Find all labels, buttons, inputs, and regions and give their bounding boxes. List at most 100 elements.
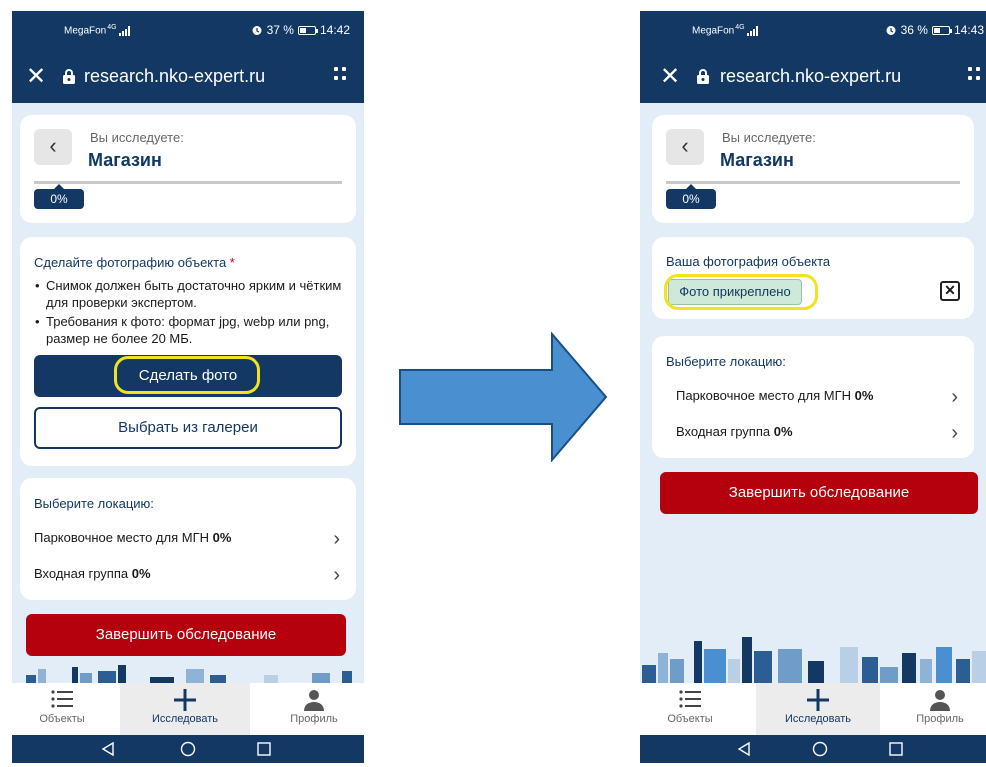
tab-label: Профиль xyxy=(916,713,964,725)
location-item-entrance[interactable]: Входная группа 0% › xyxy=(676,422,960,454)
network-type: 4G xyxy=(107,24,117,31)
recents-nav-icon[interactable] xyxy=(256,741,272,757)
required-mark: * xyxy=(229,255,235,270)
tab-profile[interactable]: Профиль xyxy=(264,683,364,735)
tab-objects[interactable]: Объекты xyxy=(12,683,112,735)
carrier-name: MegaFon xyxy=(692,25,735,37)
battery-icon xyxy=(931,25,952,35)
back-button[interactable]: ‹ xyxy=(34,129,72,165)
back-nav-icon[interactable] xyxy=(736,741,752,757)
back-nav-icon[interactable] xyxy=(100,741,116,757)
examining-label: Вы исследуете: xyxy=(90,130,184,145)
object-header-card: ‹ Вы исследуете: Магазин 0% xyxy=(20,115,356,223)
phone-screen-after: MegaFon4G 36 % 14:43 ✕ research.nko-expe… xyxy=(640,11,986,763)
battery-percent: 37 % xyxy=(266,23,294,37)
chevron-right-icon: › xyxy=(951,386,958,408)
highlight-ring xyxy=(114,356,260,394)
battery-percent: 36 % xyxy=(900,23,928,37)
photo-step-title: Сделайте фотографию объекта * xyxy=(34,255,235,270)
home-nav-icon[interactable] xyxy=(180,741,196,757)
bottom-tab-bar: Объекты Исследовать Профиль xyxy=(12,683,364,735)
object-header-card: ‹ Вы исследуете: Магазин 0% xyxy=(652,115,974,223)
alarm-icon xyxy=(886,26,896,35)
plus-icon xyxy=(174,689,196,711)
recents-nav-icon[interactable] xyxy=(888,741,904,757)
tab-label: Объекты xyxy=(39,713,85,725)
tab-explore[interactable]: Исследовать xyxy=(756,683,880,735)
home-nav-icon[interactable] xyxy=(812,741,828,757)
tab-explore[interactable]: Исследовать xyxy=(120,683,250,735)
android-nav-bar xyxy=(640,735,986,763)
object-name: Магазин xyxy=(88,150,162,170)
examining-label: Вы исследуете: xyxy=(722,130,816,145)
progress-track xyxy=(34,181,342,184)
location-item-parking[interactable]: Парковочное место для МГН 0% › xyxy=(676,386,960,418)
list-icon xyxy=(679,690,701,708)
chevron-left-icon: ‹ xyxy=(49,133,57,158)
browser-toolbar: ✕ research.nko-expert.ru xyxy=(640,51,986,103)
city-skyline-illustration xyxy=(26,665,352,683)
more-menu-icon[interactable] xyxy=(334,67,348,85)
location-card: Выберите локацию: Парковочное место для … xyxy=(20,478,356,600)
phone-screen-before: MegaFon4G 37 % 14:42 ✕ research.nko-expe… xyxy=(12,11,364,763)
choose-from-gallery-button[interactable]: Выбрать из галереи xyxy=(34,407,342,449)
android-nav-bar xyxy=(12,735,364,763)
location-percent: 0% xyxy=(773,424,793,439)
back-button[interactable]: ‹ xyxy=(666,129,704,165)
browser-toolbar: ✕ research.nko-expert.ru xyxy=(12,51,364,103)
battery-icon xyxy=(297,25,318,35)
location-percent: 0% xyxy=(131,566,151,581)
location-item-entrance[interactable]: Входная группа 0% › xyxy=(34,564,342,596)
remove-photo-button[interactable]: ✕ xyxy=(940,281,960,301)
tab-label: Объекты xyxy=(667,713,713,725)
progress-track xyxy=(666,181,960,184)
photo-done-title: Ваша фотография объекта xyxy=(666,254,831,269)
highlight-ring xyxy=(664,274,818,310)
bottom-tab-bar: Объекты Исследовать Профиль xyxy=(640,683,986,735)
tab-label: Профиль xyxy=(290,713,338,725)
status-bar: MegaFon4G 36 % 14:43 xyxy=(640,11,986,51)
lock-icon xyxy=(697,69,709,84)
user-icon xyxy=(930,690,950,711)
url-text[interactable]: research.nko-expert.ru xyxy=(720,66,901,87)
photo-upload-card: Сделайте фотографию объекта * Снимок дол… xyxy=(20,237,356,466)
tab-objects[interactable]: Объекты xyxy=(640,683,740,735)
location-title: Выберите локацию: xyxy=(666,354,786,369)
chevron-left-icon: ‹ xyxy=(681,133,689,158)
tab-profile[interactable]: Профиль xyxy=(892,683,986,735)
location-card: Выберите локацию: Парковочное место для … xyxy=(652,336,974,458)
status-bar: MegaFon4G 37 % 14:42 xyxy=(12,11,364,51)
signal-icon xyxy=(746,26,758,37)
photo-rules-list: Снимок должен быть достаточно ярким и чё… xyxy=(34,277,342,349)
location-title: Выберите локацию: xyxy=(34,496,154,511)
object-name: Магазин xyxy=(720,150,794,170)
list-icon xyxy=(51,690,73,708)
location-name: Парковочное место для МГН xyxy=(34,530,209,545)
chevron-right-icon: › xyxy=(951,422,958,444)
carrier-name: MegaFon xyxy=(64,25,107,37)
tab-label: Исследовать xyxy=(784,713,852,725)
lock-icon xyxy=(63,69,75,84)
close-icon[interactable]: ✕ xyxy=(660,65,680,89)
tab-label: Исследовать xyxy=(151,713,219,725)
location-percent: 0% xyxy=(212,530,232,545)
signal-icon xyxy=(118,26,130,37)
chevron-right-icon: › xyxy=(333,564,340,586)
network-type: 4G xyxy=(735,24,745,31)
url-text[interactable]: research.nko-expert.ru xyxy=(84,66,265,87)
clock: 14:42 xyxy=(319,23,350,37)
location-name: Входная группа xyxy=(34,566,129,581)
close-icon[interactable]: ✕ xyxy=(26,65,46,89)
more-menu-icon[interactable] xyxy=(968,67,982,85)
location-item-parking[interactable]: Парковочное место для МГН 0% › xyxy=(34,528,342,560)
user-icon xyxy=(304,690,324,711)
finish-survey-button[interactable]: Завершить обследование xyxy=(26,614,346,656)
progress-badge: 0% xyxy=(34,184,84,209)
photo-rule: Снимок должен быть достаточно ярким и чё… xyxy=(34,277,342,311)
plus-icon xyxy=(807,689,829,711)
finish-survey-button[interactable]: Завершить обследование xyxy=(660,472,978,514)
photo-rule: Требования к фото: формат jpg, webp или … xyxy=(34,313,342,347)
location-percent: 0% xyxy=(854,388,874,403)
close-square-icon: ✕ xyxy=(944,282,956,298)
transition-arrow-icon xyxy=(399,332,608,462)
